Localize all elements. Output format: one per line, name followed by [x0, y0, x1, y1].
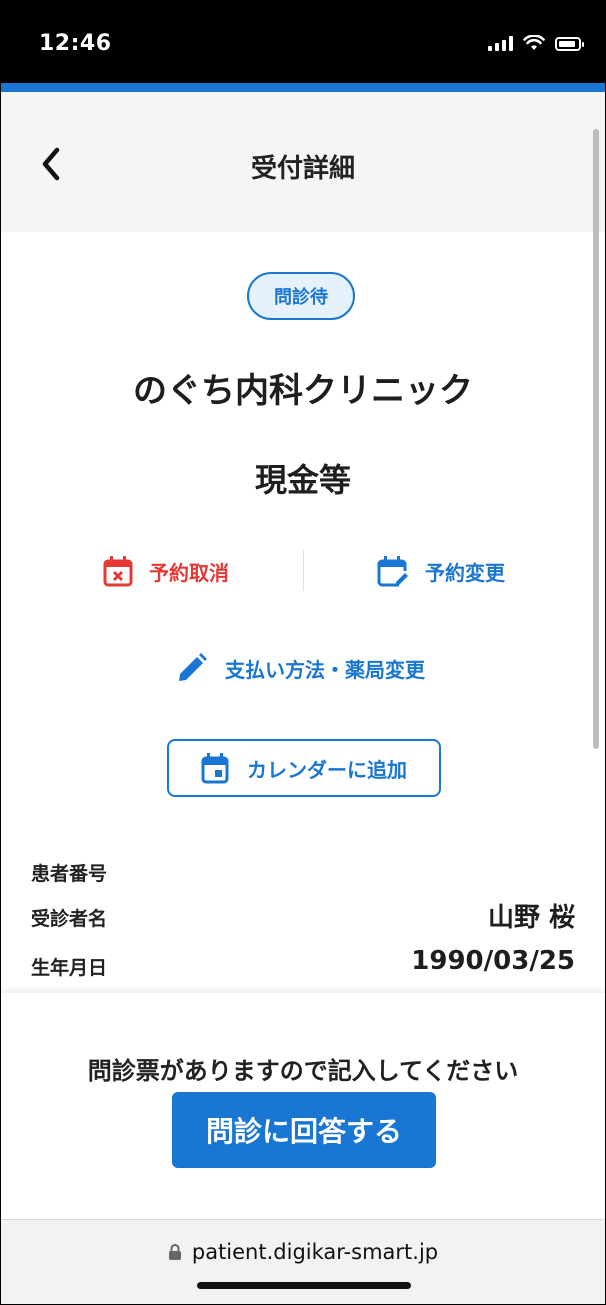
divider	[303, 549, 304, 591]
battery-icon	[555, 37, 584, 51]
patient-number-label: 患者番号	[31, 863, 108, 885]
calendar-icon	[201, 753, 229, 784]
status-badge: 問診待	[247, 272, 355, 320]
home-indicator[interactable]	[197, 1282, 411, 1289]
payment-method: 現金等	[254, 461, 351, 499]
change-payment-label: 支払い方法・薬局変更	[225, 657, 425, 682]
cancel-reservation-label: 予約取消	[149, 560, 229, 585]
status-bar: 12:46	[1, 1, 605, 83]
url-text: patient.digikar-smart.jp	[191, 1240, 439, 1264]
reservation-actions: 予約取消 予約変更	[1, 549, 605, 599]
status-icons	[488, 35, 584, 51]
patient-name-value: 山野 桜	[487, 903, 575, 933]
change-payment-pharmacy-button[interactable]: 支払い方法・薬局変更	[177, 653, 425, 683]
calendar-cancel-icon	[103, 556, 133, 587]
questionnaire-notice: 問診票がありますので記入してください	[87, 1057, 519, 1085]
patient-name-label: 受診者名	[31, 908, 108, 930]
accent-line	[1, 83, 605, 92]
cellular-signal-icon	[488, 35, 513, 51]
pencil-icon	[179, 653, 207, 681]
birthdate-value: 1990/03/25	[411, 946, 575, 976]
calendar-edit-icon	[377, 556, 408, 587]
change-reservation-label: 予約変更	[425, 560, 505, 585]
lock-icon	[168, 1244, 181, 1260]
wifi-icon	[523, 35, 545, 50]
clinic-name: のぐち内科クリニック	[133, 371, 473, 411]
change-reservation-button[interactable]: 予約変更	[377, 555, 505, 587]
answer-questionnaire-button[interactable]: 問診に回答する	[172, 1092, 436, 1168]
phone-screen: 12:46 受付詳細 問診待 のぐち内科クリニック 現金等 予約取消 予約変更 …	[0, 0, 606, 1305]
status-time: 12:46	[39, 31, 112, 56]
add-to-calendar-label: カレンダーに追加	[247, 757, 407, 782]
url-display: patient.digikar-smart.jp	[1, 1240, 605, 1264]
page-title: 受付詳細	[250, 154, 355, 184]
questionnaire-footer: 問診票がありますので記入してください 問診に回答する	[1, 993, 605, 1219]
browser-url-bar[interactable]: patient.digikar-smart.jp	[1, 1219, 605, 1304]
add-to-calendar-button[interactable]: カレンダーに追加	[167, 739, 441, 797]
birthdate-label: 生年月日	[31, 957, 108, 979]
cancel-reservation-button[interactable]: 予約取消	[103, 555, 229, 587]
scrollbar[interactable]	[593, 129, 599, 749]
page-header: 受付詳細	[1, 92, 605, 232]
